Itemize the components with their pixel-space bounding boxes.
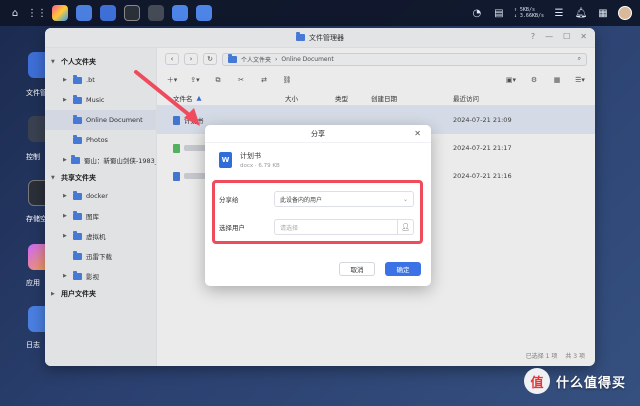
shared-file-meta: docx · 6.79 KB xyxy=(240,163,280,169)
dialog-buttons: 取消 确定 xyxy=(339,262,421,276)
select-user-placeholder: 请选择 xyxy=(280,224,299,232)
confirm-button[interactable]: 确定 xyxy=(385,262,421,276)
watermark-text: 什么值得买 xyxy=(555,375,626,391)
select-user-input[interactable]: 请选择 👤︎ xyxy=(274,219,414,235)
desktop-label-logs: 日志 xyxy=(26,341,40,349)
share-to-row: 分享给 此设备内的用户 ⌄ xyxy=(219,191,414,207)
close-icon[interactable]: ✕ xyxy=(414,129,421,138)
app-grid-icon[interactable]: ⋮⋮ xyxy=(27,6,47,20)
files-app-icon[interactable] xyxy=(100,5,116,21)
shared-file-info: W 计划书 docx · 6.79 KB xyxy=(219,151,280,169)
watermark: 值 什么值得买 xyxy=(523,368,626,394)
desktop-label-control: 控制 xyxy=(26,153,40,161)
docs-app-icon[interactable] xyxy=(76,5,92,21)
ram-gauge-icon: ▤ xyxy=(494,7,504,19)
user-picker-icon[interactable]: 👤︎ xyxy=(397,219,413,235)
folder-app-icon[interactable] xyxy=(172,5,188,21)
taskbar: ⌂ ⋮⋮ ◔ ▤ ↑ 5KB/s ↓ 3.66KB/s ☰ 🔔︎ ▦ xyxy=(0,0,640,26)
desktop-label-files: 文件管 xyxy=(26,89,47,97)
network-speed: ↑ 5KB/s ↓ 3.66KB/s xyxy=(514,7,544,19)
home-icon[interactable]: ⌂ xyxy=(8,6,22,20)
share-to-label: 分享给 xyxy=(219,196,239,204)
task-list-icon[interactable]: ☰ xyxy=(552,6,566,20)
bell-icon[interactable]: 🔔︎ xyxy=(574,6,588,20)
shared-file-name: 计划书 xyxy=(240,152,261,160)
terminal-app-icon[interactable] xyxy=(124,5,140,21)
desktop-label-storage: 存储空 xyxy=(26,215,47,223)
share-to-select[interactable]: 此设备内的用户 ⌄ xyxy=(274,191,414,207)
select-user-label: 选择用户 xyxy=(219,224,245,232)
folder2-app-icon[interactable] xyxy=(196,5,212,21)
select-user-row: 选择用户 请选择 👤︎ xyxy=(219,219,414,235)
grid-icon[interactable]: ▦ xyxy=(596,6,610,20)
cpu-gauge-icon: ◔ xyxy=(472,7,482,19)
word-file-icon: W xyxy=(219,152,232,168)
dialog-title: 分享 xyxy=(311,129,325,138)
desktop-label-apps: 应用 xyxy=(26,279,40,287)
chevron-down-icon: ⌄ xyxy=(402,195,408,203)
avatar[interactable] xyxy=(618,6,632,20)
watermark-badge: 值 xyxy=(523,368,550,394)
photos-app-icon[interactable] xyxy=(52,5,68,21)
dialog-titlebar: 分享 ✕ xyxy=(205,125,431,143)
net-down: ↓ 3.66KB/s xyxy=(513,13,544,19)
share-to-value: 此设备内的用户 xyxy=(280,196,323,204)
settings-app-icon[interactable] xyxy=(148,5,164,21)
share-dialog: 分享 ✕ W 计划书 docx · 6.79 KB 分享给 此设备内的用户 ⌄ … xyxy=(205,125,431,286)
cancel-button[interactable]: 取消 xyxy=(339,262,375,276)
